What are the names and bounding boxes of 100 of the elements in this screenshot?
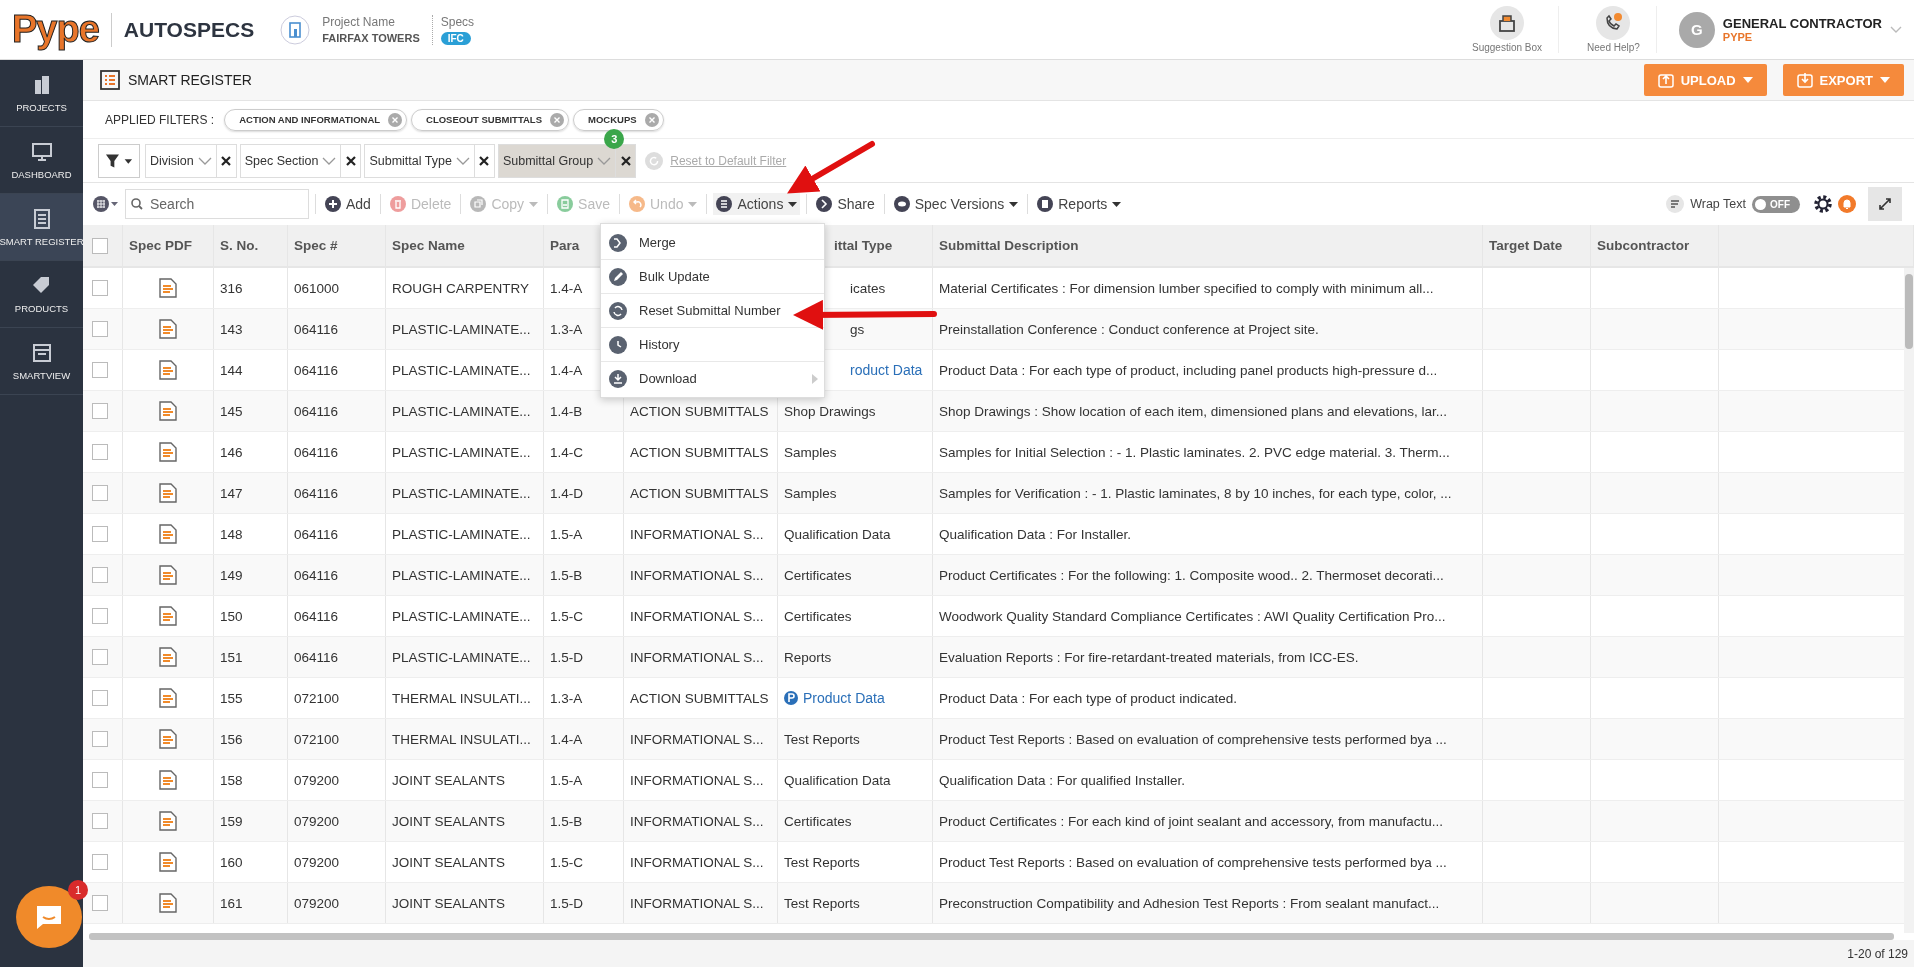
row-checkbox[interactable] — [92, 444, 108, 460]
table-cell: 149 — [220, 567, 243, 583]
table-cell: Product Certificates : For the following: 1. Composite wood.. 2. Thermoset decorati... — [939, 567, 1444, 583]
remove-filter-button[interactable] — [216, 143, 237, 178]
filter-button[interactable] — [98, 143, 140, 178]
column-header[interactable]: S. No. — [220, 238, 259, 253]
document-icon[interactable] — [159, 770, 177, 790]
menu-item[interactable]: History — [601, 328, 824, 362]
download-icon — [609, 369, 627, 388]
close-icon[interactable] — [550, 112, 564, 127]
row-checkbox[interactable] — [92, 526, 108, 542]
table-cell: Product Test Reports : Based on evaluation of comprehensive tests performed bya ... — [939, 854, 1447, 870]
row-checkbox[interactable] — [92, 567, 108, 583]
sidebar-item[interactable]: SMART REGISTER — [0, 194, 83, 261]
row-checkbox[interactable] — [92, 772, 108, 788]
sidebar-item[interactable]: SMARTVIEW — [0, 328, 83, 395]
bell-icon[interactable] — [1838, 195, 1856, 213]
menu-item[interactable]: Bulk Update — [601, 260, 824, 294]
row-checkbox[interactable] — [92, 854, 108, 870]
document-icon[interactable] — [159, 319, 177, 339]
product-data-link[interactable]: Product Data — [803, 690, 885, 706]
phone-icon[interactable] — [1596, 6, 1631, 40]
document-icon[interactable] — [159, 360, 177, 380]
row-checkbox[interactable] — [92, 690, 108, 706]
remove-filter-button[interactable] — [616, 143, 637, 178]
document-icon[interactable] — [159, 688, 177, 708]
document-icon[interactable] — [159, 852, 177, 872]
window-icon — [30, 341, 53, 364]
table-cell: Test Reports — [784, 854, 860, 870]
applied-filters-label: APPLIED FILTERS : — [105, 112, 215, 127]
document-icon[interactable] — [159, 278, 177, 298]
row-checkbox[interactable] — [92, 731, 108, 747]
suggestion-box-icon[interactable] — [1490, 6, 1524, 40]
filter-dropdown[interactable]: Spec Section — [239, 143, 342, 178]
search-field[interactable]: Search — [125, 189, 309, 219]
close-icon[interactable] — [388, 112, 403, 127]
header-link-label[interactable]: Need Help? — [1587, 42, 1640, 53]
filter-dropdown[interactable]: Submittal Type — [364, 143, 475, 178]
document-icon[interactable] — [159, 606, 177, 626]
wrap-text-icon — [1666, 195, 1685, 213]
document-icon[interactable] — [159, 565, 177, 585]
row-checkbox[interactable] — [92, 280, 108, 296]
sidebar-item[interactable]: PRODUCTS — [0, 261, 83, 328]
document-icon[interactable] — [159, 729, 177, 749]
table-cell: 1.5-D — [550, 895, 583, 911]
toolbar-button[interactable]: Reports — [1034, 193, 1125, 215]
row-checkbox[interactable] — [92, 485, 108, 501]
document-icon[interactable] — [159, 524, 177, 544]
fullscreen-button[interactable] — [1868, 187, 1902, 221]
column-header[interactable]: Target Date — [1489, 238, 1563, 253]
document-icon[interactable] — [159, 893, 177, 913]
toolbar-button[interactable]: Share — [813, 193, 878, 215]
document-icon[interactable] — [159, 442, 177, 462]
vertical-scrollbar[interactable] — [1904, 268, 1914, 933]
table-cell: JOINT SEALANTS — [392, 772, 506, 788]
count-badge: 3 — [604, 128, 625, 149]
toolbar-button[interactable]: Spec Versions — [890, 193, 1022, 215]
row-checkbox[interactable] — [92, 608, 108, 624]
menu-item[interactable]: Download — [601, 362, 824, 395]
select-all-checkbox[interactable] — [92, 237, 108, 254]
close-icon[interactable] — [644, 112, 659, 127]
column-header[interactable]: Spec PDF — [129, 238, 193, 253]
table-cell: 150 — [220, 608, 243, 624]
menu-item[interactable]: Merge — [601, 226, 824, 260]
settings-icon[interactable] — [1814, 195, 1832, 213]
menu-item[interactable]: Reset Submittal Number — [601, 294, 824, 328]
table-cell: Evaluation Reports : For fire-retardant-treated materials, from ICC-ES. — [939, 649, 1359, 665]
row-checkbox[interactable] — [92, 362, 108, 378]
clock-icon — [609, 335, 627, 354]
remove-filter-button[interactable] — [341, 143, 362, 178]
column-header[interactable]: Spec # — [294, 238, 338, 253]
header-link-label[interactable]: Suggestion Box — [1472, 42, 1543, 53]
chevron-down-icon — [597, 156, 612, 165]
row-checkbox[interactable] — [92, 813, 108, 829]
row-checkbox[interactable] — [92, 403, 108, 419]
document-icon[interactable] — [159, 483, 177, 503]
filter-dropdown[interactable]: Division — [145, 143, 217, 178]
table-cell: 155 — [220, 690, 243, 706]
document-icon[interactable] — [159, 811, 177, 831]
horizontal-scrollbar[interactable] — [89, 933, 1894, 940]
document-icon[interactable] — [159, 647, 177, 667]
row-checkbox[interactable] — [92, 649, 108, 665]
column-header[interactable]: Spec Name — [392, 238, 465, 253]
column-header[interactable]: Submittal Description — [939, 238, 1079, 253]
row-checkbox[interactable] — [92, 895, 108, 911]
column-header[interactable]: Subcontractor — [1597, 238, 1690, 253]
row-checkbox[interactable] — [92, 321, 108, 337]
remove-filter-button[interactable] — [474, 143, 495, 178]
column-menu-button[interactable] — [93, 196, 119, 212]
column-header[interactable]: Para — [550, 238, 580, 253]
table-cell: 064116 — [294, 526, 339, 542]
monitor-icon — [30, 140, 53, 163]
table-cell: ACTION SUBMITTALS — [630, 690, 769, 706]
toolbar-button[interactable]: Actions — [713, 193, 801, 215]
document-icon[interactable] — [159, 401, 177, 421]
table-cell: Preinstallation Conference : Conduct conference at Project site. — [939, 321, 1319, 337]
product-data-link[interactable]: roduct Data — [850, 362, 923, 378]
filter-dropdown[interactable]: Submittal Group — [497, 143, 617, 178]
table-cell: 146 — [220, 444, 243, 460]
toolbar-button[interactable]: Add — [322, 193, 374, 215]
